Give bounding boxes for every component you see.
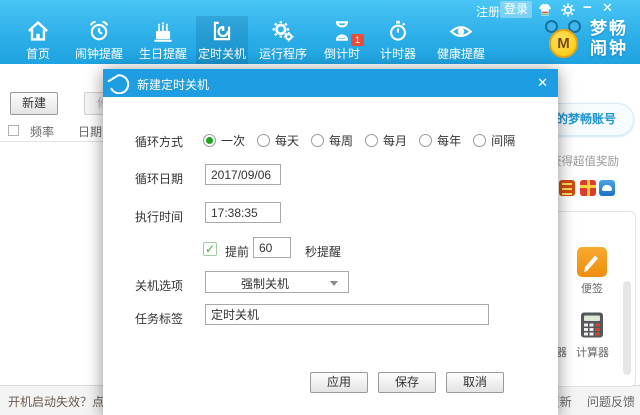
task-label-label: 任务标签 — [135, 310, 183, 327]
dialog-power-icon — [107, 72, 133, 97]
promo-icon[interactable] — [599, 180, 615, 196]
dialog-title: 新建定时关机 — [137, 76, 209, 93]
gears-icon — [252, 18, 314, 44]
tab-home[interactable]: 首页 — [12, 16, 64, 64]
stopwatch-icon — [372, 18, 424, 44]
tab-run-program[interactable]: 运行程序 — [252, 16, 314, 64]
task-list-panel: 新建 修改 频率 日期 — [0, 64, 110, 385]
mascot-face: M — [549, 29, 578, 58]
skin-icon[interactable] — [536, 3, 554, 18]
save-button[interactable]: 保存 — [378, 372, 436, 393]
boot-startup-help-link[interactable]: 开机启动失效？点击 — [8, 393, 116, 410]
remind-before-label: 提前 — [225, 243, 249, 260]
radio-interval[interactable]: 间隔 — [473, 132, 515, 149]
remind-after-label: 秒提醒 — [305, 243, 341, 260]
calculator-icon[interactable] — [577, 310, 607, 340]
shutdown-icon — [196, 18, 248, 44]
radio-once[interactable]: 一次 — [203, 132, 245, 149]
exec-time-label: 执行时间 — [135, 208, 183, 225]
task-list-header: 频率 日期 — [0, 120, 110, 142]
shutdown-option-label: 关机选项 — [135, 277, 183, 294]
select-all-checkbox[interactable] — [8, 125, 19, 136]
shutdown-option-value: 强制关机 — [206, 275, 324, 292]
alarm-icon — [68, 18, 130, 44]
app-brand: M 梦畅 闹钟 — [540, 18, 638, 64]
eye-icon — [430, 18, 492, 44]
new-task-button[interactable]: 新建 — [10, 92, 58, 115]
brand-name: 梦畅 闹钟 — [590, 19, 628, 59]
dialog-close-icon[interactable]: ✕ — [537, 75, 548, 91]
radio-yearly[interactable]: 每年 — [419, 132, 461, 149]
tab-scheduled-shutdown[interactable]: 定时关机 — [196, 16, 248, 64]
sticky-note-icon[interactable] — [577, 247, 607, 277]
gift-icon[interactable] — [580, 180, 596, 196]
close-window-button[interactable]: ✕ — [602, 0, 620, 15]
new-scheduled-shutdown-dialog: 新建定时关机 ✕ 循环方式 一次 每天 每周 每月 每年 间隔 循环日期 执行时… — [103, 69, 558, 415]
minimize-button[interactable]: − — [583, 0, 601, 14]
tab-label: 运行程序 — [252, 45, 314, 62]
cancel-button[interactable]: 取消 — [446, 372, 504, 393]
exec-time-input[interactable] — [205, 202, 281, 223]
radio-monthly[interactable]: 每月 — [365, 132, 407, 149]
login-button[interactable]: 登录 — [500, 1, 532, 18]
task-label-input[interactable] — [205, 304, 489, 325]
shutdown-option-select[interactable]: 强制关机 — [205, 271, 349, 293]
birthday-cake-icon — [132, 18, 194, 44]
radio-daily[interactable]: 每天 — [257, 132, 299, 149]
tab-label: 闹钟提醒 — [68, 45, 130, 62]
tab-label: 定时关机 — [196, 45, 248, 62]
feedback-link[interactable]: 问题反馈 — [587, 395, 635, 409]
calculator-label[interactable]: 计算器 — [576, 344, 609, 360]
tab-label: 生日提醒 — [132, 45, 194, 62]
loop-date-input[interactable] — [205, 164, 281, 185]
tab-timer[interactable]: 计时器 — [372, 16, 424, 64]
remind-checkbox[interactable]: ✓ — [203, 242, 217, 256]
alarm-clock-mascot-icon: M — [542, 20, 586, 62]
navbar: 注册 登录 − ✕ 首页 闹钟提醒 生日提醒 定时关机 — [0, 0, 640, 64]
loop-mode-radio-group: 一次 每天 每周 每月 每年 间隔 — [203, 132, 515, 149]
tab-countdown[interactable]: 1 倒计时 — [318, 16, 366, 64]
remind-seconds-input[interactable] — [253, 237, 291, 258]
tab-label: 倒计时 — [318, 45, 366, 62]
chevron-down-icon — [330, 281, 338, 286]
column-frequency: 频率 — [30, 123, 54, 140]
tools-scrollbar[interactable] — [623, 281, 631, 375]
loop-date-label: 循环日期 — [135, 170, 183, 187]
column-date: 日期 — [78, 123, 102, 140]
countdown-badge: 1 — [351, 34, 364, 46]
settings-gear-icon[interactable] — [560, 2, 578, 17]
tab-alarm-reminder[interactable]: 闹钟提醒 — [68, 16, 130, 64]
tab-birthday-reminder[interactable]: 生日提醒 — [132, 16, 194, 64]
dialog-titlebar: 新建定时关机 ✕ — [103, 69, 558, 97]
sign-in-icon[interactable] — [559, 180, 575, 196]
apply-button[interactable]: 应用 — [310, 372, 368, 393]
tab-label: 首页 — [12, 45, 64, 62]
reward-text: 获得超值奖励 — [550, 153, 619, 169]
tab-label: 健康提醒 — [430, 45, 492, 62]
home-icon — [12, 18, 64, 44]
tab-label: 计时器 — [372, 45, 424, 62]
sticky-note-label[interactable]: 便签 — [581, 280, 603, 296]
radio-weekly[interactable]: 每周 — [311, 132, 353, 149]
tab-health-reminder[interactable]: 健康提醒 — [430, 16, 492, 64]
loop-mode-label: 循环方式 — [135, 133, 183, 150]
